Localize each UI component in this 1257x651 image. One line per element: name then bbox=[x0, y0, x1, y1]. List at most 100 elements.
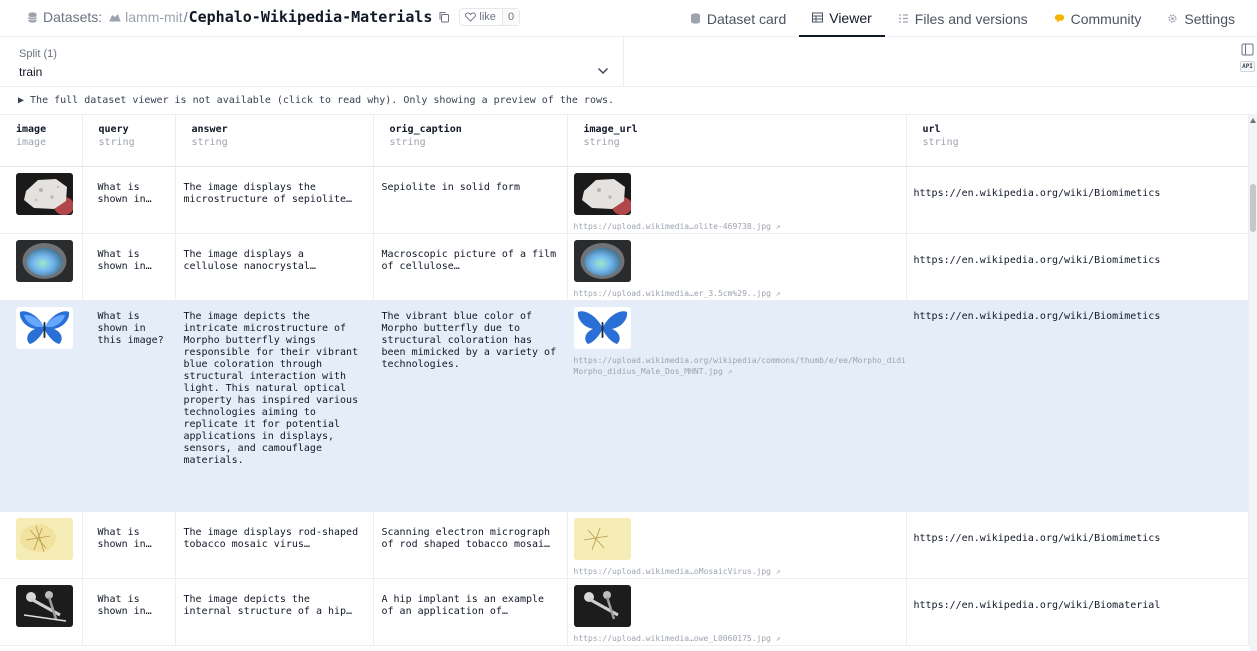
dataset-table: image image query string answer string o… bbox=[0, 115, 1249, 646]
scrollbar-thumb[interactable] bbox=[1250, 184, 1256, 232]
caption-cell[interactable]: Sepiolite in solid form bbox=[373, 166, 568, 234]
answer-cell[interactable]: The image depicts the intricate microstr… bbox=[175, 300, 374, 512]
column-header-answer[interactable]: answer string bbox=[175, 115, 374, 167]
tab-files-and-versions[interactable]: Files and versions bbox=[885, 0, 1041, 37]
column-header-query[interactable]: query string bbox=[82, 115, 176, 167]
column-type: string bbox=[583, 137, 620, 148]
image-url-cell[interactable]: https://upload.wikimedia…olite-469738.jp… bbox=[567, 166, 907, 234]
datasets-link[interactable]: Datasets: bbox=[43, 9, 102, 25]
column-name: image_url bbox=[583, 124, 638, 135]
image-url-link[interactable]: https://upload.wikimedia…oMosaicVirus.jp… bbox=[574, 566, 897, 577]
api-button[interactable]: API bbox=[1240, 61, 1255, 72]
table-row[interactable]: What is shown in… The image displays rod… bbox=[0, 511, 1249, 579]
viewer-notice[interactable]: ▶ The full dataset viewer is not availab… bbox=[18, 95, 614, 106]
url-link[interactable]: https://en.wikipedia.org/wiki/Biomateria… bbox=[914, 600, 1161, 611]
image-cell[interactable] bbox=[0, 511, 83, 579]
tab-viewer[interactable]: Viewer bbox=[799, 0, 885, 37]
url-cell[interactable]: https://en.wikipedia.org/wiki/Biomimetic… bbox=[906, 233, 1249, 301]
split-select[interactable]: Split (1) train bbox=[0, 37, 624, 87]
scroll-up-arrow-icon[interactable] bbox=[1250, 118, 1256, 123]
sidebar-toggle-icon[interactable] bbox=[1241, 43, 1254, 56]
caption-cell[interactable]: Macroscopic picture of a film of cellulo… bbox=[373, 233, 568, 301]
column-header-image-url[interactable]: image_url string bbox=[567, 115, 907, 167]
column-name: orig_caption bbox=[389, 124, 462, 135]
table-row[interactable]: What is shown in… The image depicts the … bbox=[0, 578, 1249, 646]
caption-cell[interactable]: A hip implant is an example of an applic… bbox=[373, 578, 568, 646]
tab-label: Files and versions bbox=[914, 10, 1028, 27]
query-cell[interactable]: What is shown in… bbox=[82, 578, 176, 646]
image-url-cell[interactable]: https://upload.wikimedia.org/wikipedia/c… bbox=[567, 300, 907, 512]
image-url-cell[interactable]: https://upload.wikimedia…owe_L0060175.jp… bbox=[567, 578, 907, 646]
answer-cell[interactable]: The image displays rod-shaped tobacco mo… bbox=[175, 511, 374, 579]
morpho-butterfly-thumbnail[interactable] bbox=[16, 306, 73, 349]
table-row[interactable]: What is shown in… The image displays a c… bbox=[0, 233, 1249, 301]
table-row-selected[interactable]: What is shown in this image? The image d… bbox=[0, 300, 1249, 512]
sepiolite-url-thumbnail[interactable] bbox=[573, 172, 631, 215]
owner-link[interactable]: lamm-mit bbox=[125, 9, 183, 25]
column-name: query bbox=[98, 124, 129, 135]
header-row: image image query string answer string o… bbox=[0, 115, 1249, 167]
column-type: string bbox=[191, 137, 228, 148]
column-header-image[interactable]: image image bbox=[0, 115, 83, 167]
hip-implant-thumbnail[interactable] bbox=[16, 584, 73, 627]
answer-cell[interactable]: The image depicts the internal structure… bbox=[175, 578, 374, 646]
repo-name[interactable]: Cephalo-Wikipedia-Materials bbox=[189, 8, 433, 26]
like-toggle[interactable]: like bbox=[460, 9, 502, 25]
image-url-link[interactable]: https://upload.wikimedia…owe_L0060175.jp… bbox=[574, 633, 897, 644]
dataset-card-icon bbox=[690, 13, 700, 24]
url-cell[interactable]: https://en.wikipedia.org/wiki/Biomimetic… bbox=[906, 300, 1249, 512]
image-url-cell[interactable]: https://upload.wikimedia…er_3.5cm%29..jp… bbox=[567, 233, 907, 301]
column-header-orig-caption[interactable]: orig_caption string bbox=[373, 115, 568, 167]
answer-cell[interactable]: The image displays a cellulose nanocryst… bbox=[175, 233, 374, 301]
tab-settings[interactable]: Settings bbox=[1154, 0, 1257, 37]
image-url-link[interactable]: https://upload.wikimedia…olite-469738.jp… bbox=[574, 221, 897, 232]
image-cell[interactable] bbox=[0, 300, 83, 512]
table-scrollbar[interactable] bbox=[1249, 114, 1257, 651]
caption-cell[interactable]: Scanning electron micrograph of rod shap… bbox=[373, 511, 568, 579]
column-type: string bbox=[389, 137, 426, 148]
cellulose-film-thumbnail[interactable] bbox=[16, 239, 73, 282]
url-cell[interactable]: https://en.wikipedia.org/wiki/Biomimetic… bbox=[906, 166, 1249, 234]
column-header-url[interactable]: url string bbox=[906, 115, 1249, 167]
breadcrumb: Datasets: lamm-mit / Cephalo-Wikipedia-M… bbox=[28, 7, 521, 27]
image-url-link[interactable]: https://upload.wikimedia…er_3.5cm%29..jp… bbox=[574, 288, 897, 299]
image-url-cell[interactable]: https://upload.wikimedia…oMosaicVirus.jp… bbox=[567, 511, 907, 579]
answer-cell[interactable]: The image displays the microstructure of… bbox=[175, 166, 374, 234]
query-cell[interactable]: What is shown in this image? bbox=[82, 300, 176, 512]
query-cell[interactable]: What is shown in… bbox=[82, 233, 176, 301]
url-link[interactable]: https://en.wikipedia.org/wiki/Biomimetic… bbox=[914, 188, 1161, 199]
column-name: image bbox=[16, 124, 47, 135]
morpho-url-thumbnail[interactable] bbox=[573, 306, 631, 349]
tobacco-mosaic-virus-thumbnail[interactable] bbox=[16, 517, 73, 560]
tobacco-mosaic-url-thumbnail[interactable] bbox=[573, 517, 631, 560]
tab-community[interactable]: Community bbox=[1041, 0, 1155, 37]
query-cell[interactable]: What is shown in… bbox=[82, 166, 176, 234]
url-cell[interactable]: https://en.wikipedia.org/wiki/Biomimetic… bbox=[906, 511, 1249, 579]
sepiolite-thumbnail[interactable] bbox=[16, 172, 73, 215]
like-button[interactable]: like 0 bbox=[459, 8, 521, 26]
tab-label: Viewer bbox=[829, 9, 872, 26]
split-bar: Split (1) train API bbox=[0, 37, 1257, 87]
image-url-link[interactable]: https://upload.wikimedia.org/wikipedia/c… bbox=[574, 355, 906, 377]
gear-icon bbox=[1168, 14, 1178, 23]
like-label: like bbox=[479, 11, 496, 23]
query-cell[interactable]: What is shown in… bbox=[82, 511, 176, 579]
cellulose-url-thumbnail[interactable] bbox=[573, 239, 631, 282]
table-row[interactable]: What is shown in… The image displays the… bbox=[0, 166, 1249, 234]
caption-cell[interactable]: The vibrant blue color of Morpho butterf… bbox=[373, 300, 568, 512]
repo-tabs: Dataset card Viewer Files and versions C… bbox=[676, 0, 1257, 37]
column-type: image bbox=[16, 137, 47, 148]
url-link[interactable]: https://en.wikipedia.org/wiki/Biomimetic… bbox=[914, 255, 1161, 266]
url-link[interactable]: https://en.wikipedia.org/wiki/Biomimetic… bbox=[914, 311, 1161, 322]
url-cell[interactable]: https://en.wikipedia.org/wiki/Biomateria… bbox=[906, 578, 1249, 646]
top-bar: Datasets: lamm-mit / Cephalo-Wikipedia-M… bbox=[0, 0, 1257, 37]
heart-icon bbox=[465, 12, 477, 22]
tab-dataset-card[interactable]: Dataset card bbox=[676, 0, 799, 37]
copy-icon[interactable] bbox=[438, 11, 450, 23]
url-link[interactable]: https://en.wikipedia.org/wiki/Biomimetic… bbox=[914, 533, 1161, 544]
hip-implant-url-thumbnail[interactable] bbox=[573, 584, 631, 627]
image-cell[interactable] bbox=[0, 233, 83, 301]
like-count[interactable]: 0 bbox=[501, 9, 520, 25]
image-cell[interactable] bbox=[0, 166, 83, 234]
image-cell[interactable] bbox=[0, 578, 83, 646]
